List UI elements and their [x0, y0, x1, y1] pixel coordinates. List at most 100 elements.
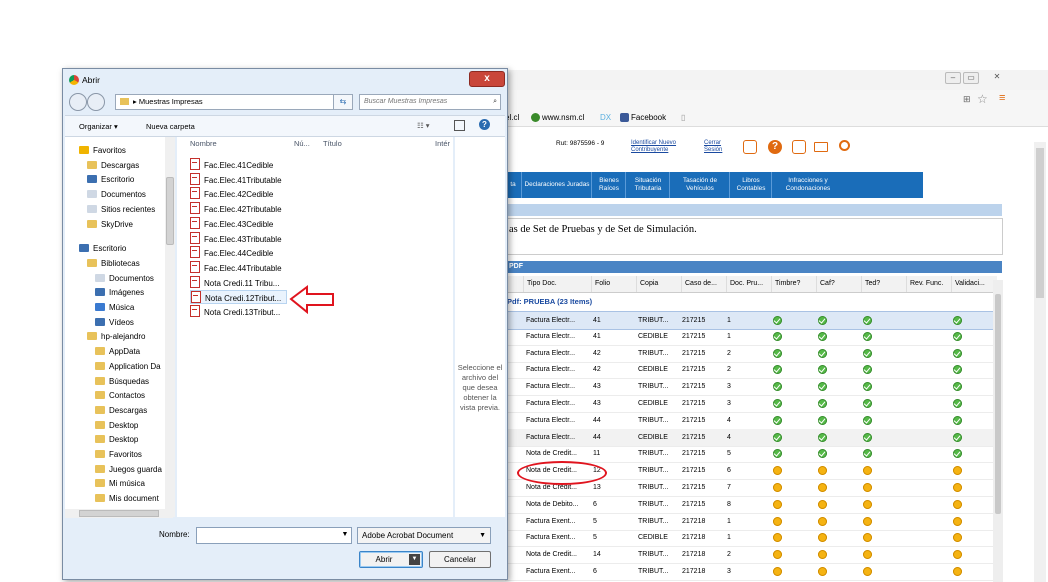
menu-item-infracciones[interactable]: Infracciones y Condonaciones [771, 172, 844, 198]
nav-item[interactable]: Favoritos [79, 145, 126, 157]
identificar-link[interactable]: Identificar Nuevo Contribuyente [631, 140, 693, 154]
nav-item[interactable]: Mis document [95, 493, 159, 505]
nav-item[interactable]: Desktop [95, 434, 138, 446]
close-window-button[interactable]: ✕ [989, 72, 1005, 82]
grid-scroll-thumb[interactable] [995, 294, 1001, 514]
filetype-select[interactable]: Adobe Acrobat Document ▼ [357, 527, 491, 544]
col-ted[interactable]: Ted? [861, 276, 906, 292]
new-folder-button[interactable]: Nueva carpeta [146, 122, 195, 131]
mail-icon[interactable] [814, 142, 828, 152]
filename-input[interactable] [196, 527, 352, 544]
bookmark-dx[interactable]: DX [600, 113, 611, 122]
nav-item[interactable]: AppData [95, 346, 140, 358]
search-icon[interactable]: ⌕ [493, 95, 497, 109]
nav-item[interactable]: Desktop [95, 420, 138, 432]
address-bar[interactable]: ⊞ ☆ ≡ [505, 90, 1048, 111]
file-item[interactable]: Nota Credi.12Tribut... [190, 290, 287, 305]
cerrar-sesion-link[interactable]: Cerrar Sesión [704, 140, 730, 154]
nav-item[interactable]: Documentos [87, 189, 146, 201]
col-tipo[interactable]: Tipo Doc. [523, 276, 591, 292]
file-item[interactable]: Fac.Elec.42Tributable [190, 202, 340, 216]
close-button[interactable]: x [469, 71, 505, 87]
menu-item-libros[interactable]: Libros Contables [729, 172, 772, 198]
menu-item-tasacion[interactable]: Tasación de Vehículos [669, 172, 730, 198]
col-titulo[interactable]: Título [323, 139, 342, 148]
nav-scroll-thumb[interactable] [166, 177, 174, 245]
table-row[interactable]: Nota de Credit... 14 TRIBUT... 217218 2 [505, 546, 997, 565]
table-row[interactable]: Factura Electr... 43 CEDIBLE 217215 3 [505, 395, 997, 413]
page-scroll-thumb[interactable] [1036, 148, 1044, 298]
file-item[interactable]: Fac.Elec.44Tributable [190, 260, 340, 275]
nav-horizontal-scrollbar[interactable] [65, 509, 173, 518]
nav-item[interactable]: Imágenes [95, 287, 144, 299]
help-icon[interactable]: ? [479, 119, 490, 130]
nav-scrollbar[interactable] [165, 137, 175, 517]
open-dropdown-icon[interactable]: ▼ [409, 554, 420, 565]
nav-item[interactable]: Bibliotecas [87, 258, 140, 270]
col-caf[interactable]: Caf? [816, 276, 861, 292]
filename-dropdown-icon[interactable]: ▼ [339, 527, 351, 542]
calendar-icon[interactable] [743, 140, 757, 154]
menu-item-bienes[interactable]: Bienes Raíces [591, 172, 626, 198]
nav-item[interactable]: Descargas [95, 405, 147, 417]
group-row[interactable]: Pdf: PRUEBA (23 Items) [505, 295, 997, 309]
col-interprete[interactable]: Intér [435, 139, 450, 148]
nav-item[interactable]: Juegos guarda [95, 464, 162, 476]
table-row[interactable]: Factura Electr... 44 CEDIBLE 217215 4 [505, 428, 997, 447]
nav-item[interactable]: Música [95, 302, 134, 314]
nav-item[interactable]: SkyDrive [87, 219, 133, 231]
grid-scrollbar[interactable] [993, 280, 1003, 582]
nav-item[interactable]: Descargas [87, 160, 139, 172]
table-row[interactable]: Factura Exent... 5 CEDIBLE 217218 1 [505, 529, 997, 548]
col-rev[interactable]: Rev. Func. [906, 276, 951, 292]
file-item[interactable]: Fac.Elec.41Cedible [190, 158, 340, 172]
menu-item-situacion[interactable]: Situación Tributaria [625, 172, 670, 198]
nav-item[interactable]: Vídeos [95, 317, 134, 329]
view-options-icon[interactable]: ☷ ▾ [417, 121, 430, 130]
forward-button[interactable] [87, 93, 105, 111]
bookmark-page-icon[interactable]: ▯ [681, 113, 685, 122]
bookmark-nsm[interactable]: www.nsm.cl [531, 113, 584, 122]
help-icon[interactable]: ? [768, 140, 782, 154]
back-button[interactable] [69, 93, 87, 111]
table-row[interactable]: Factura Exent... 5 TRIBUT... 217218 1 [505, 513, 997, 531]
file-item[interactable]: Fac.Elec.44Cedible [190, 246, 340, 260]
col-validacion[interactable]: Validaci... [951, 276, 997, 292]
file-item[interactable]: Fac.Elec.43Tributable [190, 231, 340, 246]
col-copia[interactable]: Copia [636, 276, 681, 292]
menu-item-declaraciones[interactable]: Declaraciones Juradas [521, 172, 592, 198]
cancel-button[interactable]: Cancelar [429, 551, 491, 568]
document-icon[interactable] [792, 140, 806, 154]
nav-item[interactable]: hp-alejandro [87, 331, 145, 343]
table-row[interactable]: Factura Electr... 42 TRIBUT... 217215 2 [505, 345, 997, 363]
bookmark-facebook[interactable]: Facebook [620, 113, 666, 122]
organize-button[interactable]: Organizar ▾ [79, 122, 118, 131]
nav-item[interactable]: Búsquedas [95, 376, 149, 388]
nav-hscroll-thumb[interactable] [79, 510, 159, 517]
file-item[interactable]: Fac.Elec.42Cedible [190, 187, 340, 201]
search-icon[interactable] [839, 140, 850, 151]
search-input[interactable]: Buscar Muestras Impresas ⌕ [359, 94, 501, 110]
nav-item[interactable]: Sitios recientes [87, 204, 155, 216]
table-row[interactable]: Factura Electr... 44 TRIBUT... 217215 4 [505, 412, 997, 430]
table-row[interactable]: Factura Exent... 6 TRIBUT... 217218 3 [505, 563, 997, 581]
table-row[interactable]: Nota de Debito... 6 TRIBUT... 217215 8 [505, 496, 997, 514]
path-bar[interactable]: ▸ Muestras Impresas ▼ [115, 94, 345, 110]
minimize-button[interactable]: – [945, 72, 961, 84]
page-scrollbar[interactable] [1034, 142, 1046, 582]
col-numero[interactable]: Nú... [294, 139, 310, 148]
nav-item[interactable]: Contactos [95, 390, 145, 402]
nav-item[interactable]: Favoritos [95, 449, 142, 461]
col-timbre[interactable]: Timbre? [771, 276, 816, 292]
file-item[interactable]: Fac.Elec.43Cedible [190, 216, 340, 231]
star-icon[interactable]: ☆ [977, 92, 988, 106]
maximize-button[interactable]: ▭ [963, 72, 979, 84]
table-row[interactable]: Factura Electr... 43 TRIBUT... 217215 3 [505, 378, 997, 397]
nav-item[interactable]: Escritorio [87, 174, 134, 186]
nav-item[interactable]: Documentos [95, 273, 154, 285]
table-row[interactable]: Factura Electr... 42 CEDIBLE 217215 2 [505, 361, 997, 380]
nav-item[interactable]: Application Da [95, 361, 161, 373]
col-folio[interactable]: Folio [591, 276, 636, 292]
nav-item[interactable]: Escritorio [79, 243, 126, 255]
file-item[interactable]: Fac.Elec.41Tributable [190, 172, 340, 187]
